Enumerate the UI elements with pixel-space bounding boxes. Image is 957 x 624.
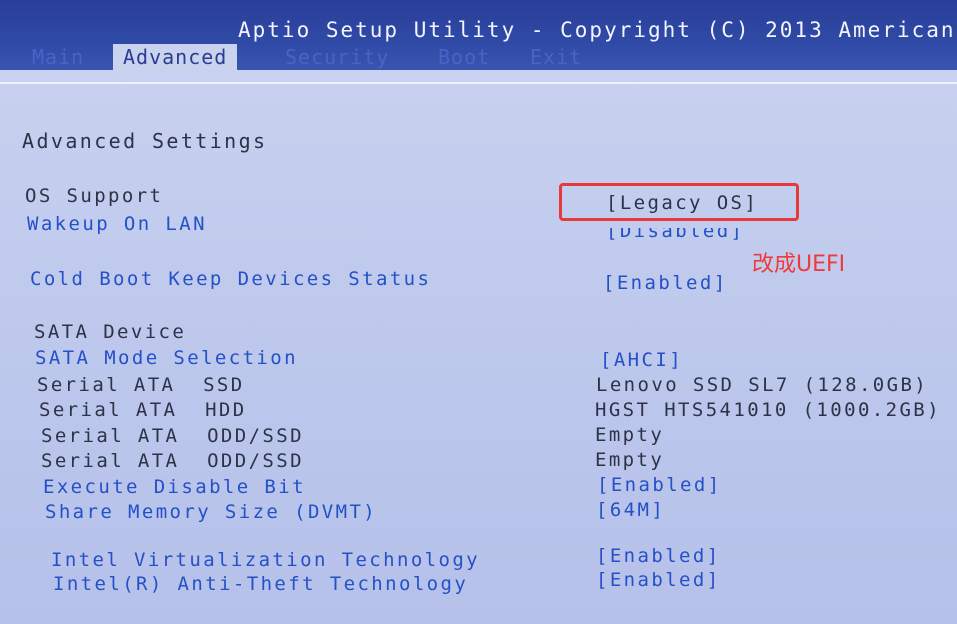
sata-mode-label[interactable]: SATA Mode Selection <box>35 347 298 369</box>
tab-main[interactable]: Main <box>22 44 94 70</box>
serial-ata-odd-label-1: Serial ATA ODD/SSD <box>41 425 304 447</box>
sata-device-heading: SATA Device <box>34 321 187 343</box>
os-support-label[interactable]: OS Support <box>25 185 163 207</box>
wakeup-on-lan-label[interactable]: Wakeup On LAN <box>27 213 207 235</box>
execute-disable-value[interactable]: [Enabled] <box>597 474 722 496</box>
intel-anti-theft-label[interactable]: Intel(R) Anti-Theft Technology <box>53 573 468 595</box>
intel-anti-theft-value[interactable]: [Enabled] <box>596 569 721 591</box>
tab-bar: Main Advanced Security Boot Exit <box>0 44 957 70</box>
app-title: Aptio Setup Utility - Copyright (C) 2013… <box>238 18 956 42</box>
serial-ata-odd-value-2: Empty <box>595 449 665 471</box>
page-heading: Advanced Settings <box>22 129 268 153</box>
share-memory-value[interactable]: [64M] <box>596 499 665 521</box>
serial-ata-ssd-value: Lenovo SSD SL7 (128.0GB) <box>596 374 929 396</box>
cold-boot-label[interactable]: Cold Boot Keep Devices Status <box>30 268 431 290</box>
tab-boot[interactable]: Boot <box>428 44 500 70</box>
title-bar: Aptio Setup Utility - Copyright (C) 2013… <box>0 0 957 70</box>
sata-mode-value[interactable]: [AHCI] <box>600 349 683 371</box>
serial-ata-odd-value-1: Empty <box>595 424 665 446</box>
serial-ata-hdd-value: HGST HTS541010 (1000.2GB) <box>595 399 941 421</box>
execute-disable-label[interactable]: Execute Disable Bit <box>43 476 306 498</box>
serial-ata-ssd-label: Serial ATA SSD <box>37 374 245 396</box>
intel-vt-label[interactable]: Intel Virtualization Technology <box>51 549 480 571</box>
serial-ata-hdd-label: Serial ATA HDD <box>39 399 247 421</box>
intel-vt-value[interactable]: [Enabled] <box>596 545 721 567</box>
tab-advanced[interactable]: Advanced <box>113 44 238 70</box>
share-memory-label[interactable]: Share Memory Size (DVMT) <box>45 501 377 523</box>
annotation-note: 改成UEFI <box>752 252 846 277</box>
divider <box>0 82 957 84</box>
serial-ata-odd-label-2: Serial ATA ODD/SSD <box>41 450 304 472</box>
cold-boot-value[interactable]: [Enabled] <box>603 272 728 294</box>
tab-security[interactable]: Security <box>275 44 399 70</box>
highlight-box <box>559 183 799 221</box>
tab-exit[interactable]: Exit <box>520 44 592 70</box>
